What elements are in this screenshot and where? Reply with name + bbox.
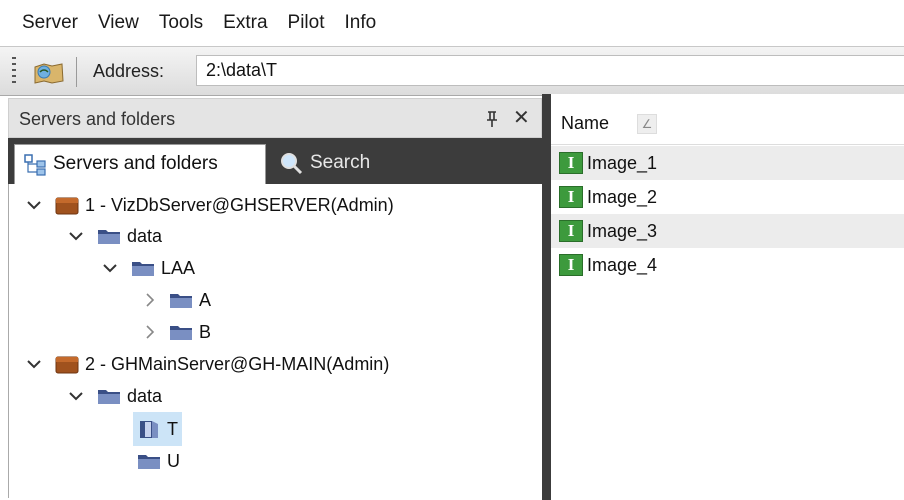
- list-item-label: Image_1: [587, 152, 658, 173]
- tree-node-label: U: [167, 450, 180, 471]
- menu-info[interactable]: Info: [335, 0, 387, 46]
- folder-tree: 1 - VizDbServer@GHSERVER(Admin) data LAA…: [8, 184, 542, 498]
- address-toolbar: Address:: [0, 46, 904, 96]
- search-icon: [281, 153, 303, 175]
- folder-open-icon: [140, 421, 158, 438]
- toolbar-separator: [76, 57, 77, 87]
- file-list: I Image_1 I Image_2 I Image_3 I Image_4: [551, 146, 904, 282]
- pane-title: Servers and folders: [19, 109, 176, 129]
- tree-node-server-2[interactable]: 2 - GHMainServer@GH-MAIN(Admin): [25, 349, 389, 379]
- list-item-label: Image_4: [587, 254, 658, 275]
- tab-search-label: Search: [310, 152, 371, 173]
- tree-node-folder-u[interactable]: U: [137, 446, 180, 476]
- folder-icon: [170, 294, 192, 308]
- chevron-down-icon[interactable]: [25, 196, 43, 214]
- menu-bar: Server View Tools Extra Pilot Info: [0, 0, 904, 46]
- menu-tools[interactable]: Tools: [149, 0, 213, 46]
- tab-servers-and-folders-label: Servers and folders: [53, 153, 218, 174]
- folder-icon: [98, 230, 120, 244]
- list-item[interactable]: I Image_3: [551, 214, 904, 248]
- list-item[interactable]: I Image_2: [551, 180, 904, 214]
- image-file-icon: I: [559, 152, 583, 174]
- column-header-label: Name: [561, 113, 610, 133]
- pane-header: Servers and folders ✕: [8, 98, 542, 138]
- pane-splitter[interactable]: [542, 94, 551, 500]
- tree-node-label: data: [127, 385, 163, 406]
- sort-icon[interactable]: ∠: [637, 114, 657, 134]
- tree-node-folder-t[interactable]: T: [133, 412, 182, 446]
- tree-node-label: T: [167, 418, 178, 439]
- server-icon: [55, 356, 79, 374]
- address-label: Address:: [93, 61, 165, 81]
- chevron-down-icon[interactable]: [25, 355, 43, 373]
- toolbar-grip[interactable]: [12, 57, 16, 85]
- folder-icon: [170, 326, 192, 340]
- folder-icon: [138, 455, 160, 469]
- tree-node-folder-b[interactable]: B: [141, 317, 211, 347]
- menu-view[interactable]: View: [88, 0, 149, 46]
- column-header-name[interactable]: Name ∠: [551, 102, 904, 145]
- chevron-down-icon[interactable]: [67, 387, 85, 405]
- image-file-icon: I: [559, 220, 583, 242]
- close-icon[interactable]: ✕: [513, 107, 530, 129]
- folder-icon: [132, 262, 154, 276]
- tree-node-folder-data-2[interactable]: data: [67, 381, 162, 411]
- tab-servers-and-folders[interactable]: Servers and folders: [14, 144, 266, 184]
- server-icon: [55, 197, 79, 215]
- tree-node-label: A: [199, 289, 212, 310]
- image-file-icon: I: [559, 254, 583, 276]
- tree-node-label: 1 - VizDbServer@GHSERVER(Admin): [85, 194, 394, 215]
- list-item-label: Image_3: [587, 220, 658, 241]
- image-file-icon: I: [559, 186, 583, 208]
- chevron-down-icon[interactable]: [101, 259, 119, 277]
- tree-node-label: 2 - GHMainServer@GH-MAIN(Admin): [85, 353, 390, 374]
- tree-node-label: LAA: [161, 257, 196, 278]
- tree-node-label: data: [127, 225, 163, 246]
- list-item-label: Image_2: [587, 186, 658, 207]
- chevron-down-icon[interactable]: [67, 227, 85, 245]
- folder-icon: [98, 390, 120, 404]
- menu-server[interactable]: Server: [0, 0, 88, 46]
- list-item[interactable]: I Image_4: [551, 248, 904, 282]
- tab-search[interactable]: Search: [276, 144, 426, 184]
- tree-node-server-1[interactable]: 1 - VizDbServer@GHSERVER(Admin): [25, 190, 394, 220]
- address-input[interactable]: [196, 55, 904, 86]
- file-list-pane: Name ∠ I Image_1 I Image_2 I Image_3 I I…: [551, 94, 904, 500]
- chevron-right-icon[interactable]: [141, 291, 159, 309]
- menu-extra[interactable]: Extra: [213, 0, 277, 46]
- tree-node-label: B: [199, 321, 212, 342]
- tree-node-folder-laa[interactable]: LAA: [101, 253, 195, 283]
- server-connect-icon[interactable]: [32, 59, 66, 85]
- folder-tree-icon: [24, 154, 46, 176]
- pin-icon[interactable]: [483, 109, 501, 129]
- chevron-right-icon[interactable]: [141, 323, 159, 341]
- menu-pilot[interactable]: Pilot: [278, 0, 335, 46]
- tree-node-folder-a[interactable]: A: [141, 285, 211, 315]
- list-item[interactable]: I Image_1: [551, 146, 904, 180]
- tree-node-folder-data[interactable]: data: [67, 221, 162, 251]
